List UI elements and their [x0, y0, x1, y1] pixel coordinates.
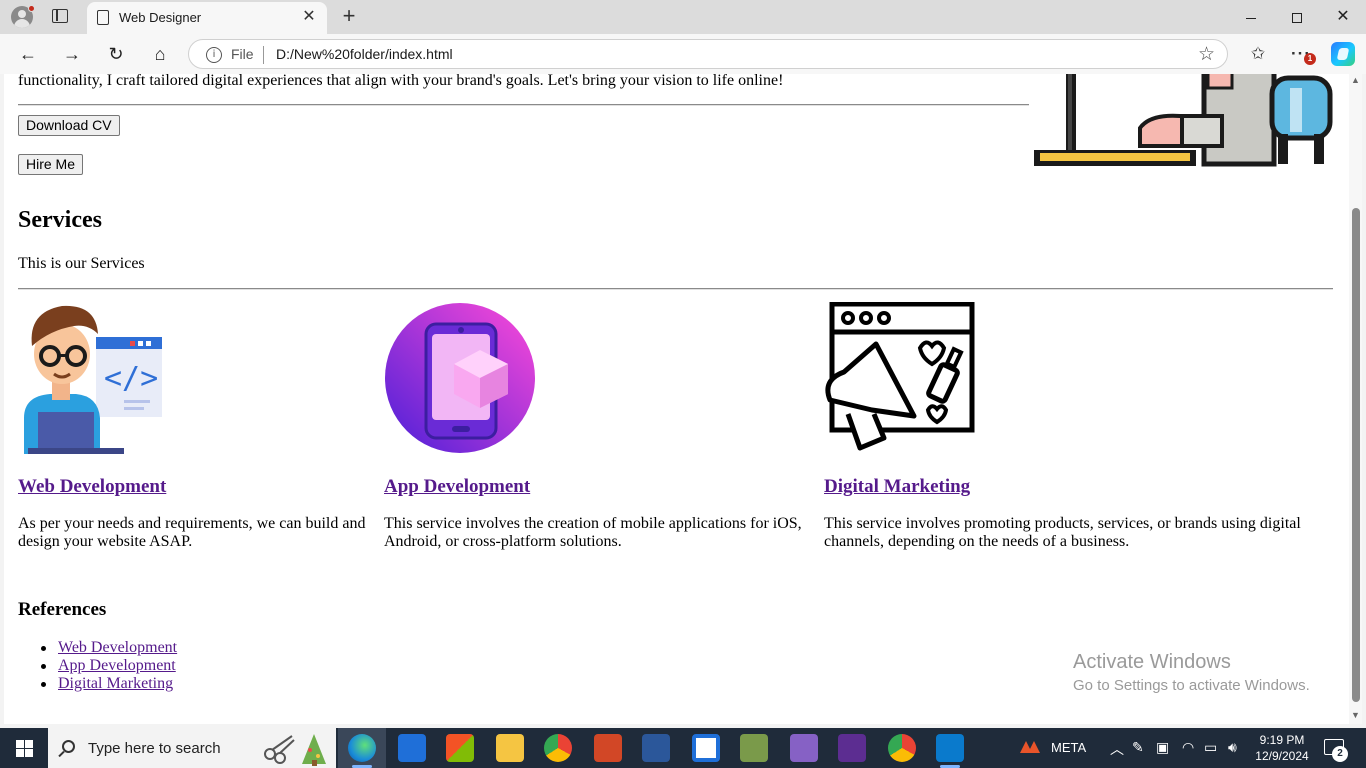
tab-actions-icon[interactable]: [52, 9, 68, 23]
more-badge: 1: [1304, 53, 1316, 65]
service-description-app-development: This service involves the creation of mo…: [384, 515, 802, 550]
svg-text:</>: </>: [104, 361, 158, 396]
service-title-app-development[interactable]: App Development: [384, 476, 530, 498]
info-icon[interactable]: i: [206, 47, 222, 63]
copilot-icon[interactable]: [1331, 42, 1355, 66]
scroll-down-arrow-icon[interactable]: ▼: [1351, 710, 1360, 720]
visual-studio-icon[interactable]: [790, 734, 818, 762]
close-window-button[interactable]: ✕: [1320, 0, 1366, 34]
hire-me-button[interactable]: Hire Me: [18, 154, 84, 175]
meta-app-tray-icon[interactable]: [1018, 739, 1042, 755]
tab-title: Web Designer: [119, 10, 202, 25]
address-separator: [263, 46, 264, 64]
intro-text: functionality, I craft tailored digital …: [18, 74, 784, 89]
favorite-star-icon[interactable]: ☆: [1198, 43, 1215, 66]
new-tab-icon[interactable]: +: [338, 5, 360, 27]
list-item: App Development: [40, 657, 177, 675]
service-title-digital-marketing[interactable]: Digital Marketing: [824, 476, 970, 498]
activate-windows-watermark: Activate Windows Go to Settings to activ…: [1073, 651, 1310, 694]
tray-meta-label[interactable]: META: [1051, 740, 1086, 755]
watermark-title: Activate Windows: [1073, 651, 1231, 673]
url-text[interactable]: D:/New%20folder/index.html: [276, 46, 453, 62]
notification-count-badge: 2: [1332, 746, 1348, 762]
visual-studio-preview-icon[interactable]: [838, 734, 866, 762]
page-icon: [97, 10, 109, 25]
profile-notification-dot: [28, 5, 35, 12]
tab-web-designer[interactable]: Web Designer ✕: [87, 2, 327, 34]
chrome-profile-app-icon[interactable]: [888, 734, 916, 762]
mail-app-icon[interactable]: [398, 734, 426, 762]
clock-date: 12/9/2024: [1255, 749, 1309, 763]
forward-icon[interactable]: →: [58, 40, 86, 68]
browser-tab-bar: Web Designer ✕ + ✕: [0, 0, 1366, 34]
references-list: Web Development App Development Digital …: [40, 639, 177, 693]
chrome-app-icon[interactable]: [544, 734, 572, 762]
battery-icon[interactable]: ▭: [1204, 739, 1217, 756]
taskbar-clock[interactable]: 9:19 PM 12/9/2024: [1250, 732, 1314, 764]
services-subheading: This is our Services: [18, 255, 145, 272]
references-heading: References: [18, 599, 107, 620]
minimize-button[interactable]: [1228, 0, 1274, 34]
hero-laptop-illustration: [1034, 74, 1333, 167]
page-viewport: functionality, I craft tailored digital …: [4, 74, 1362, 724]
reference-link-app-development[interactable]: App Development: [58, 657, 176, 674]
service-description-web-development: As per your needs and requirements, we c…: [18, 515, 366, 550]
edge-app-icon[interactable]: [348, 734, 376, 768]
word-app-icon[interactable]: [642, 734, 670, 762]
wifi-icon[interactable]: ◠: [1182, 739, 1194, 756]
news-app-icon[interactable]: [692, 734, 720, 762]
service-description-digital-marketing: This service involves promoting products…: [824, 515, 1301, 550]
download-cv-button[interactable]: Download CV: [18, 115, 120, 136]
show-hidden-icons-icon[interactable]: ︿: [1110, 739, 1124, 759]
tab-close-icon[interactable]: ✕: [299, 7, 319, 27]
tray-device-icon[interactable]: ▣: [1156, 739, 1169, 756]
back-icon[interactable]: ←: [14, 40, 42, 68]
refresh-icon[interactable]: ↻: [102, 40, 130, 68]
reference-link-web-development[interactable]: Web Development: [58, 639, 177, 656]
taskbar-search-box[interactable]: Type here to search: [48, 728, 336, 768]
windows-taskbar: Type here to search META ︿ ✎ ▣ ◠ ▭ 🔊︎ 9:…: [0, 728, 1366, 768]
search-icon: [62, 740, 75, 753]
volume-icon[interactable]: 🔊︎: [1228, 739, 1237, 756]
vscode-app-icon[interactable]: [936, 734, 964, 768]
divider: [18, 288, 1333, 290]
scrollbar-thumb[interactable]: [1352, 208, 1360, 702]
digital-marketing-illustration: [825, 302, 975, 451]
windows-start-icon[interactable]: [0, 728, 48, 768]
restore-button[interactable]: [1274, 0, 1320, 34]
search-placeholder: Type here to search: [88, 740, 221, 757]
scheme-label: File: [231, 46, 254, 62]
search-highlight-illustration: [264, 734, 326, 766]
microsoft-store-icon[interactable]: [446, 734, 474, 762]
list-item: Web Development: [40, 639, 177, 657]
app-development-illustration: [385, 303, 535, 453]
address-bar[interactable]: i File D:/New%20folder/index.html ☆: [188, 39, 1228, 69]
reference-link-digital-marketing[interactable]: Digital Marketing: [58, 675, 173, 692]
web-developer-illustration: </>: [24, 305, 162, 454]
watermark-subtitle: Go to Settings to activate Windows.: [1073, 677, 1310, 694]
scroll-up-arrow-icon[interactable]: ▲: [1351, 75, 1360, 85]
tray-app-icon[interactable]: ✎: [1132, 739, 1144, 756]
minecraft-app-icon[interactable]: [740, 734, 768, 762]
home-icon[interactable]: ⌂: [146, 40, 174, 68]
vertical-scrollbar[interactable]: ▲ ▼: [1349, 74, 1362, 724]
favorites-icon[interactable]: ✩: [1245, 41, 1271, 67]
list-item: Digital Marketing: [40, 675, 177, 693]
file-explorer-icon[interactable]: [496, 734, 524, 762]
clock-time: 9:19 PM: [1259, 733, 1305, 747]
services-heading: Services: [18, 207, 102, 233]
service-title-web-development[interactable]: Web Development: [18, 476, 166, 498]
divider: [18, 104, 1029, 106]
powerpoint-app-icon[interactable]: [594, 734, 622, 762]
browser-toolbar: ← → ↻ ⌂ i File D:/New%20folder/index.htm…: [0, 34, 1366, 74]
